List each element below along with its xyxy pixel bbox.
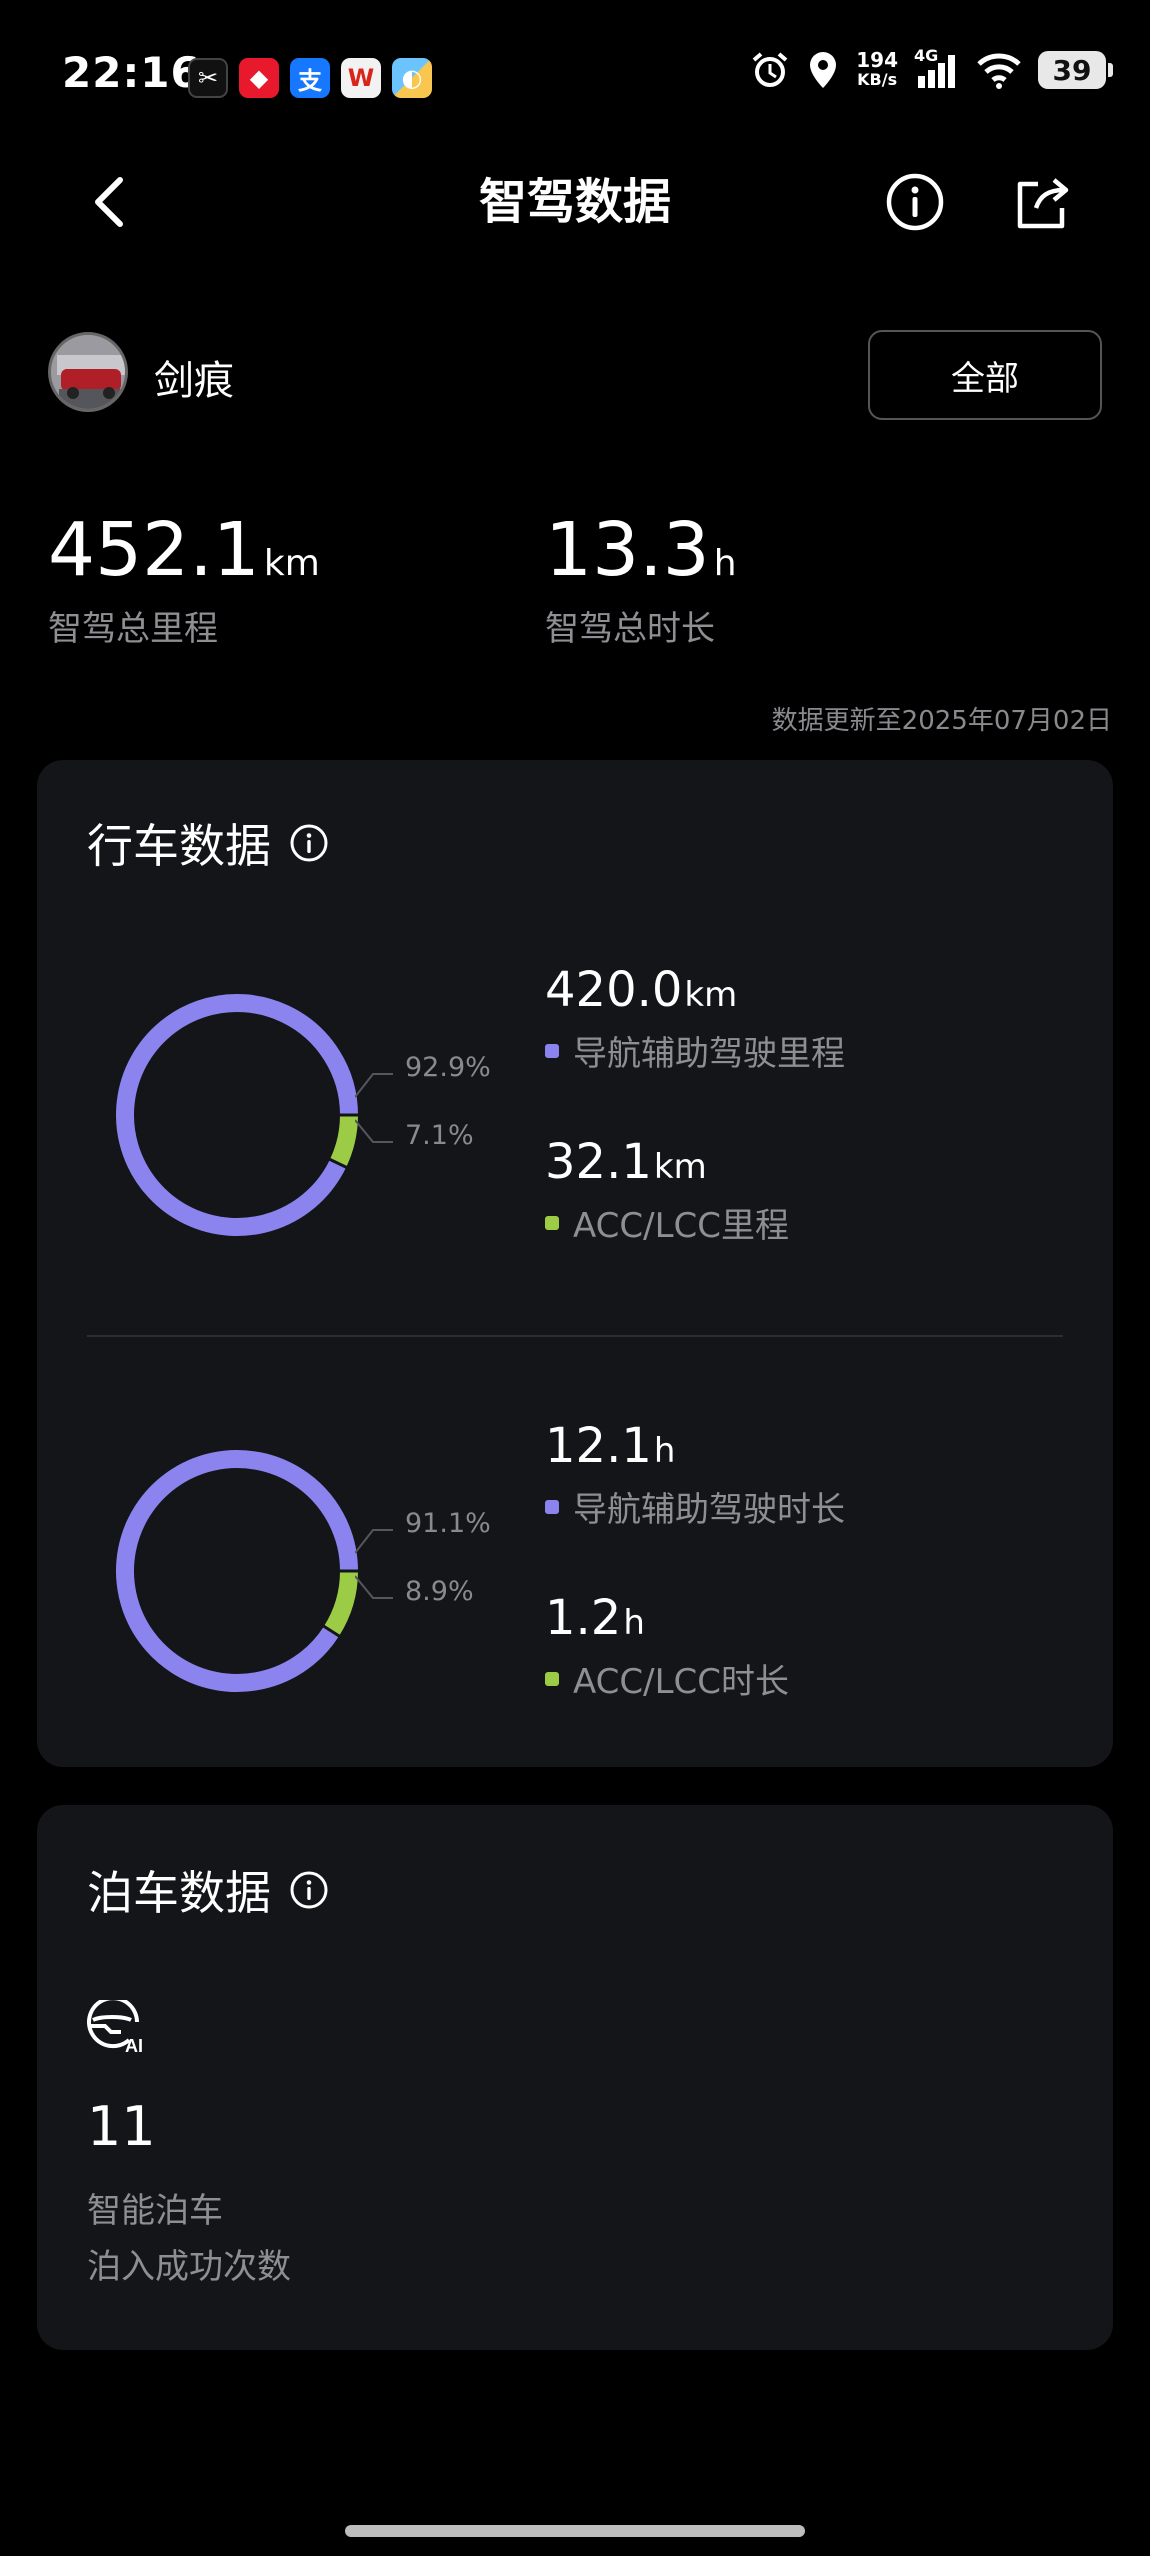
total-distance-stat: 452.1 km 智驾总里程 bbox=[48, 505, 320, 650]
distance-nav-metric: 420.0km 导航辅助驾驶里程 bbox=[545, 960, 845, 1075]
total-distance-label: 智驾总里程 bbox=[48, 609, 218, 649]
page-title: 智驾数据 bbox=[478, 174, 671, 230]
duration-nav-label: 导航辅助驾驶时长 bbox=[573, 1490, 845, 1530]
battery-indicator: 39 bbox=[1038, 51, 1113, 89]
notification-icons: ✂ ◆ 支 W ◐ bbox=[188, 58, 432, 98]
duration-chart-block: 91.1% 8.9% 12.1h 导航辅助驾驶时长 1.2h ACC/LCC时长 bbox=[37, 1416, 1113, 1736]
total-duration-stat: 13.3 h 智驾总时长 bbox=[545, 505, 737, 650]
nav-legend-dot bbox=[545, 1043, 559, 1058]
parking-label: 智能泊车 bbox=[87, 2191, 223, 2231]
top-nav-bar: 智驾数据 bbox=[0, 150, 1150, 255]
distance-acc-metric: 32.1km ACC/LCC里程 bbox=[545, 1132, 789, 1247]
home-indicator[interactable] bbox=[345, 2525, 805, 2537]
total-duration-unit: h bbox=[713, 543, 737, 584]
distance-donut-chart bbox=[116, 994, 359, 1236]
distance-nav-percent: 92.9% bbox=[405, 1052, 491, 1083]
parking-card-header: 泊车数据 bbox=[87, 1857, 329, 1923]
ai-steering-wheel-icon: AI bbox=[87, 2000, 143, 2054]
cellular-signal: 4G bbox=[914, 46, 960, 90]
parking-info-icon[interactable] bbox=[289, 1870, 329, 1910]
user-row: 剑痕 全部 bbox=[48, 330, 1102, 420]
status-time: 22:16 bbox=[62, 48, 201, 97]
driving-info-icon[interactable] bbox=[289, 823, 329, 863]
parking-data-card: 泊车数据 AI 11 智能泊车 泊入成功次数 bbox=[37, 1805, 1113, 2350]
duration-nav-metric: 12.1h 导航辅助驾驶时长 bbox=[545, 1416, 845, 1531]
user-name: 剑痕 bbox=[154, 358, 234, 404]
duration-acc-metric: 1.2h ACC/LCC时长 bbox=[545, 1588, 789, 1703]
driving-data-card: 行车数据 92.9% 7.1% 420.0km 导航辅助驾驶里程 32.1km … bbox=[37, 760, 1113, 1767]
system-icons: 194 KB/s 4G 39 bbox=[750, 46, 1113, 90]
red-app-icon: ◆ bbox=[239, 58, 279, 98]
distance-nav-unit: km bbox=[684, 975, 738, 1015]
duration-nav-segment bbox=[116, 1450, 358, 1692]
distance-acc-unit: km bbox=[653, 1147, 707, 1187]
speed-value: 194 bbox=[856, 48, 898, 72]
duration-nav-percent: 91.1% bbox=[405, 1508, 491, 1539]
capcut-icon: ✂ bbox=[188, 58, 228, 98]
filter-button[interactable]: 全部 bbox=[868, 330, 1102, 420]
driving-card-title: 行车数据 bbox=[87, 819, 271, 873]
distance-acc-percent: 7.1% bbox=[405, 1120, 474, 1151]
parking-sublabel: 泊入成功次数 bbox=[87, 2247, 291, 2287]
distance-acc-value: 32.1 bbox=[545, 1134, 652, 1190]
network-speed: 194 KB/s bbox=[856, 50, 898, 90]
total-duration-value: 13.3 bbox=[545, 507, 710, 593]
duration-acc-value: 1.2 bbox=[545, 1590, 622, 1646]
duration-nav-value: 12.1 bbox=[545, 1418, 652, 1474]
signal-icon bbox=[918, 55, 955, 88]
duration-nav-unit: h bbox=[653, 1431, 676, 1471]
acc-legend-dot bbox=[545, 1671, 559, 1686]
distance-chart-block: 92.9% 7.1% 420.0km 导航辅助驾驶里程 32.1km ACC/L… bbox=[37, 960, 1113, 1280]
avatar-image bbox=[51, 335, 125, 409]
section-divider bbox=[87, 1335, 1063, 1337]
acc-legend-dot bbox=[545, 1215, 559, 1230]
nav-legend-dot bbox=[545, 1499, 559, 1514]
speed-unit: KB/s bbox=[857, 70, 898, 89]
total-distance-unit: km bbox=[263, 543, 320, 584]
alarm-icon bbox=[752, 52, 788, 87]
duration-acc-unit: h bbox=[623, 1603, 645, 1643]
location-icon bbox=[810, 52, 837, 88]
distance-nav-segment bbox=[116, 994, 358, 1236]
weibo-icon: W bbox=[341, 58, 381, 98]
duration-acc-label: ACC/LCC时长 bbox=[573, 1662, 790, 1702]
driving-card-header: 行车数据 bbox=[87, 810, 329, 876]
misc-app-icon: ◐ bbox=[392, 58, 432, 98]
distance-nav-value: 420.0 bbox=[545, 962, 683, 1018]
info-icon[interactable] bbox=[885, 172, 945, 232]
distance-acc-label: ACC/LCC里程 bbox=[573, 1206, 790, 1246]
update-note: 数据更新至2025年07月02日 bbox=[771, 706, 1112, 736]
total-duration-label: 智驾总时长 bbox=[545, 609, 715, 649]
avatar[interactable] bbox=[48, 332, 128, 412]
wifi-icon bbox=[977, 53, 1021, 89]
alipay-icon: 支 bbox=[290, 58, 330, 98]
status-bar: 22:16 ✂ ◆ 支 W ◐ 194 KB/s 4G 39 bbox=[0, 0, 1150, 150]
duration-acc-percent: 8.9% bbox=[405, 1576, 474, 1607]
svg-text:AI: AI bbox=[125, 2036, 143, 2054]
share-icon[interactable] bbox=[1008, 172, 1072, 236]
total-distance-value: 452.1 bbox=[48, 507, 260, 593]
distance-nav-label: 导航辅助驾驶里程 bbox=[573, 1034, 845, 1074]
parking-card-title: 泊车数据 bbox=[87, 1866, 271, 1920]
duration-donut-chart bbox=[116, 1450, 359, 1692]
parking-count: 11 bbox=[87, 2095, 156, 2158]
